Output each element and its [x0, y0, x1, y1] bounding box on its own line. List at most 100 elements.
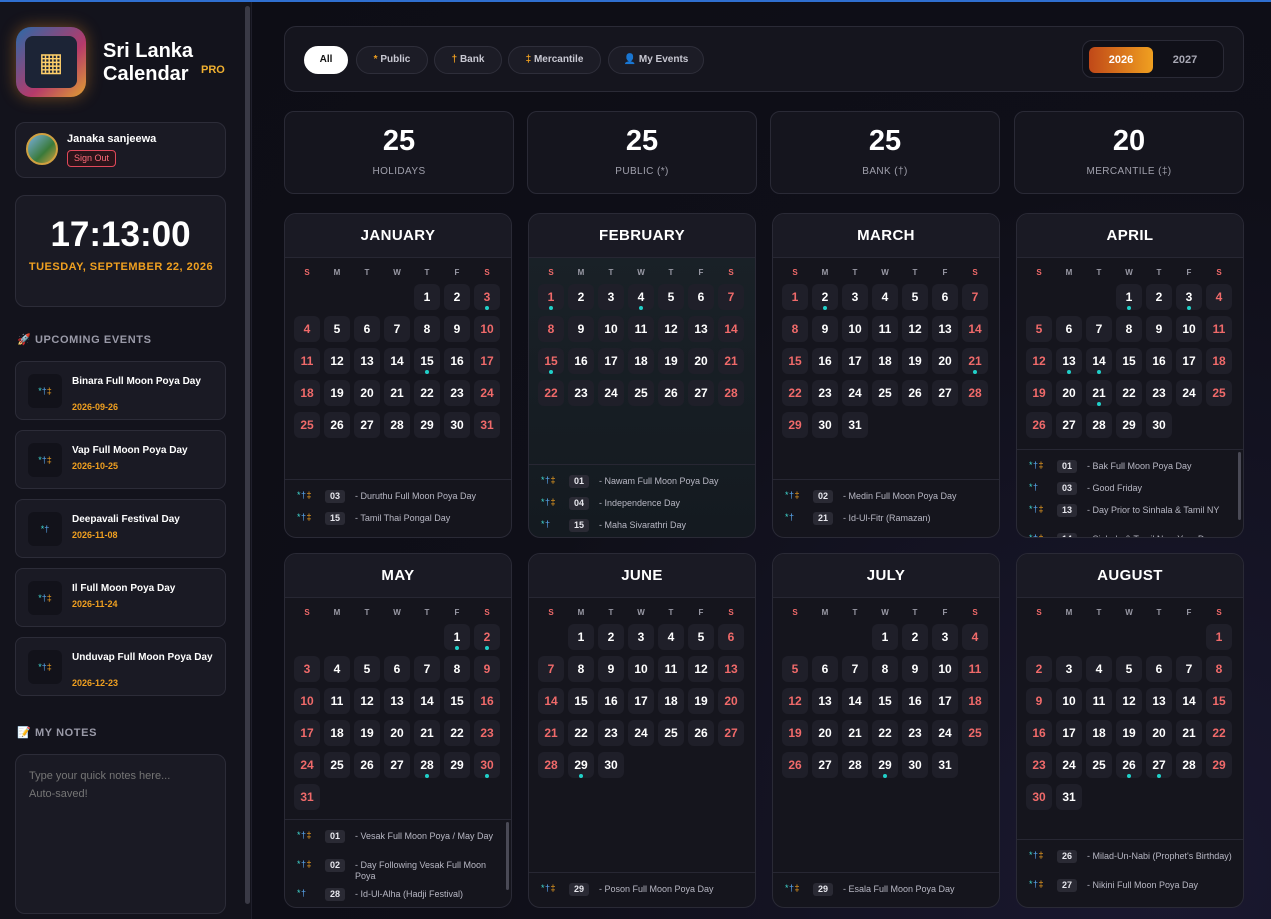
day-cell[interactable]: 12 — [688, 656, 714, 682]
day-cell[interactable]: 15 — [414, 348, 440, 374]
month-event-row[interactable]: *†‡ 01 - Nawam Full Moon Poya Day — [541, 475, 751, 499]
day-cell[interactable]: 22 — [414, 380, 440, 406]
day-cell[interactable]: 22 — [872, 720, 898, 746]
day-cell[interactable]: 8 — [782, 316, 808, 342]
day-cell[interactable]: 3 — [598, 284, 624, 310]
day-cell[interactable]: 1 — [444, 624, 470, 650]
day-cell[interactable]: 11 — [324, 688, 350, 714]
day-cell[interactable]: 6 — [354, 316, 380, 342]
day-cell[interactable]: 17 — [1176, 348, 1202, 374]
day-cell[interactable]: 9 — [444, 316, 470, 342]
day-cell[interactable]: 2 — [1026, 656, 1052, 682]
day-cell[interactable]: 15 — [782, 348, 808, 374]
day-cell[interactable]: 15 — [1206, 688, 1232, 714]
day-cell[interactable]: 17 — [474, 348, 500, 374]
day-cell[interactable]: 26 — [688, 720, 714, 746]
day-cell[interactable]: 7 — [1176, 656, 1202, 682]
day-cell[interactable]: 8 — [444, 656, 470, 682]
month-event-row[interactable]: *†‡ 29 - Esala Full Moon Poya Day — [785, 883, 995, 907]
day-cell[interactable]: 21 — [1176, 720, 1202, 746]
day-cell[interactable]: 20 — [1146, 720, 1172, 746]
day-cell[interactable]: 25 — [628, 380, 654, 406]
day-cell[interactable]: 13 — [1056, 348, 1082, 374]
month-event-row[interactable]: *† 15 - Maha Sivarathri Day — [541, 519, 751, 537]
day-cell[interactable]: 2 — [812, 284, 838, 310]
day-cell[interactable]: 23 — [444, 380, 470, 406]
month-event-row[interactable]: *† 21 - Id-Ul-Fitr (Ramazan) — [785, 512, 995, 536]
day-cell[interactable]: 25 — [1086, 752, 1112, 778]
day-cell[interactable]: 13 — [354, 348, 380, 374]
day-cell[interactable]: 8 — [414, 316, 440, 342]
day-cell[interactable]: 12 — [782, 688, 808, 714]
day-cell[interactable]: 28 — [962, 380, 988, 406]
day-cell[interactable]: 13 — [932, 316, 958, 342]
day-cell[interactable]: 9 — [812, 316, 838, 342]
day-cell[interactable]: 22 — [782, 380, 808, 406]
day-cell[interactable]: 2 — [598, 624, 624, 650]
day-cell[interactable]: 27 — [384, 752, 410, 778]
day-cell[interactable]: 15 — [568, 688, 594, 714]
day-cell[interactable]: 4 — [324, 656, 350, 682]
day-cell[interactable]: 12 — [324, 348, 350, 374]
month-event-row[interactable]: *†‡ 15 - Tamil Thai Pongal Day — [297, 512, 507, 536]
day-cell[interactable]: 24 — [1176, 380, 1202, 406]
day-cell[interactable]: 29 — [568, 752, 594, 778]
day-cell[interactable]: 3 — [474, 284, 500, 310]
day-cell[interactable]: 17 — [842, 348, 868, 374]
month-event-row[interactable]: *†‡ 01 - Bak Full Moon Poya Day — [1029, 460, 1239, 484]
day-cell[interactable]: 6 — [688, 284, 714, 310]
day-cell[interactable]: 2 — [474, 624, 500, 650]
day-cell[interactable]: 20 — [932, 348, 958, 374]
day-cell[interactable]: 19 — [354, 720, 380, 746]
day-cell[interactable]: 30 — [902, 752, 928, 778]
day-cell[interactable]: 31 — [474, 412, 500, 438]
day-cell[interactable]: 16 — [812, 348, 838, 374]
upcoming-event-item[interactable]: *† Deepavali Festival Day 2026-11-08 — [15, 499, 226, 558]
day-cell[interactable]: 13 — [688, 316, 714, 342]
year-2027-button[interactable]: 2027 — [1153, 47, 1217, 73]
day-cell[interactable]: 18 — [1206, 348, 1232, 374]
upcoming-event-item[interactable]: *†‡ Vap Full Moon Poya Day 2026-10-25 — [15, 430, 226, 489]
day-cell[interactable]: 25 — [324, 752, 350, 778]
day-cell[interactable]: 10 — [598, 316, 624, 342]
day-cell[interactable]: 2 — [568, 284, 594, 310]
day-cell[interactable]: 24 — [1056, 752, 1082, 778]
day-cell[interactable]: 3 — [932, 624, 958, 650]
day-cell[interactable]: 28 — [1086, 412, 1112, 438]
day-cell[interactable]: 20 — [1056, 380, 1082, 406]
day-cell[interactable]: 7 — [384, 316, 410, 342]
day-cell[interactable]: 26 — [782, 752, 808, 778]
sign-out-button[interactable]: Sign Out — [67, 150, 117, 167]
day-cell[interactable]: 16 — [1026, 720, 1052, 746]
day-cell[interactable]: 5 — [688, 624, 714, 650]
filter-chip-public[interactable]: * Public — [356, 46, 428, 74]
month-event-row[interactable]: *†‡ 29 - Poson Full Moon Poya Day — [541, 883, 751, 907]
day-cell[interactable]: 10 — [932, 656, 958, 682]
filter-chip-bank[interactable]: † Bank — [434, 46, 502, 74]
notes-textarea[interactable] — [15, 754, 226, 914]
day-cell[interactable]: 19 — [324, 380, 350, 406]
day-cell[interactable]: 6 — [384, 656, 410, 682]
day-cell[interactable]: 19 — [902, 348, 928, 374]
day-cell[interactable]: 27 — [718, 720, 744, 746]
day-cell[interactable]: 24 — [598, 380, 624, 406]
day-cell[interactable]: 25 — [658, 720, 684, 746]
day-cell[interactable]: 20 — [688, 348, 714, 374]
day-cell[interactable]: 8 — [872, 656, 898, 682]
day-cell[interactable]: 19 — [782, 720, 808, 746]
day-cell[interactable]: 27 — [1146, 752, 1172, 778]
day-cell[interactable]: 18 — [294, 380, 320, 406]
day-cell[interactable]: 9 — [474, 656, 500, 682]
day-cell[interactable]: 21 — [718, 348, 744, 374]
day-cell[interactable]: 16 — [568, 348, 594, 374]
day-cell[interactable]: 30 — [444, 412, 470, 438]
day-cell[interactable]: 16 — [474, 688, 500, 714]
upcoming-event-item[interactable]: *†‡ Unduvap Full Moon Poya Day 2026-12-23 — [15, 637, 226, 696]
day-cell[interactable]: 22 — [568, 720, 594, 746]
month-event-row[interactable]: *†‡ 02 - Medin Full Moon Poya Day — [785, 490, 995, 514]
day-cell[interactable]: 5 — [782, 656, 808, 682]
day-cell[interactable]: 10 — [1056, 688, 1082, 714]
day-cell[interactable]: 13 — [1146, 688, 1172, 714]
month-event-row[interactable]: *†‡ 14 - Sinhala & Tamil New Year Day — [1029, 533, 1239, 537]
day-cell[interactable]: 10 — [842, 316, 868, 342]
